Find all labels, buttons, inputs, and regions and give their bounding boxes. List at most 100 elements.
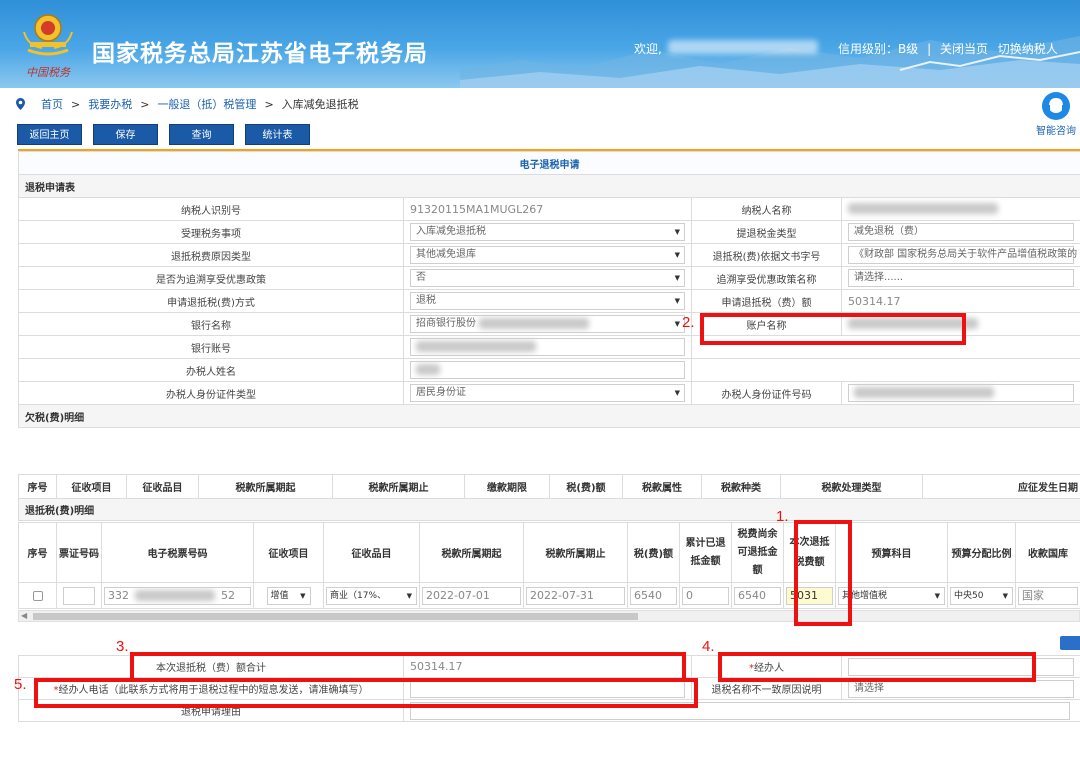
breadcrumb-sep: > xyxy=(264,97,274,111)
retro-policy-label: 追溯享受优惠政策名称 xyxy=(691,266,842,290)
stats-button[interactable]: 统计表 xyxy=(245,124,310,145)
treasury-field[interactable]: 国家 xyxy=(1018,586,1078,605)
taxpayer-id-value: 91320115MA1MUGL267 xyxy=(403,197,692,221)
id-type-select[interactable]: 居民身份证 xyxy=(410,384,685,402)
column-header: 缴款期限 xyxy=(464,474,550,499)
remaining-field[interactable]: 6540 xyxy=(734,586,781,605)
column-header: 税款处理类型 xyxy=(780,474,923,499)
back-home-button[interactable]: 返回主页 xyxy=(17,124,82,145)
header-links: 信用级别：B级 | 关闭当页 切换纳税人 xyxy=(838,40,1058,57)
save-button[interactable]: 保存 xyxy=(93,124,158,145)
budget-select[interactable]: 其他增值税 xyxy=(838,586,945,605)
column-header: 税款所属期起 xyxy=(198,474,333,499)
id-no-label: 办税人身份证件号码 xyxy=(691,381,842,405)
form-title: 电子退税申请 xyxy=(18,151,1080,175)
add-row-button[interactable] xyxy=(1060,636,1080,650)
reason-type-select[interactable]: 其他减免退库 xyxy=(410,246,685,264)
column-header: 征收项目 xyxy=(253,522,324,583)
scroll-left-icon[interactable]: ◀ xyxy=(21,611,27,620)
column-header: 税(费)额 xyxy=(627,522,680,583)
breadcrumb-current: 入库减免退抵税 xyxy=(281,98,359,111)
annotation-number-5: 5. xyxy=(14,676,27,693)
account-no-label: 银行账号 xyxy=(18,335,404,359)
retro-policy-select[interactable]: 请选择...... xyxy=(848,269,1074,287)
query-button[interactable]: 查询 xyxy=(169,124,234,145)
breadcrumb-sep: > xyxy=(140,97,150,111)
retro-select[interactable]: 否 xyxy=(410,269,685,287)
header-separator: | xyxy=(927,42,932,56)
column-header: 序号 xyxy=(18,522,57,583)
arrears-table: 序号 征收项目 征收品目 税款所属期起 税款所属期止 缴款期限 税(费)额 税款… xyxy=(18,474,1080,521)
e-ticket-field[interactable]: 332 52 xyxy=(104,586,251,605)
refund-detail-section-title: 退抵税(费)明细 xyxy=(18,498,1080,521)
arrears-section-title: 欠税(费)明细 xyxy=(18,404,1080,428)
method-select[interactable]: 退税 xyxy=(410,292,685,310)
column-header: 应征发生日期 xyxy=(922,474,1080,499)
ratio-select[interactable]: 中央50 xyxy=(950,586,1013,605)
column-header: 电子税票号码 xyxy=(101,522,254,583)
column-header: 收款国库 xyxy=(1015,522,1080,583)
handler-name-field[interactable] xyxy=(410,361,685,379)
annotation-box-1 xyxy=(794,520,852,626)
breadcrumb-home[interactable]: 首页 xyxy=(41,96,63,112)
account-no-field[interactable] xyxy=(410,338,685,356)
period-start-field[interactable]: 2022-07-01 xyxy=(422,586,521,605)
column-header: 征收项目 xyxy=(56,474,127,499)
column-header: 征收品目 xyxy=(126,474,199,499)
scrollbar-thumb[interactable] xyxy=(33,613,638,620)
tax-emblem-icon xyxy=(23,14,73,56)
id-no-field[interactable] xyxy=(848,384,1074,402)
toolbar: 返回主页 保存 查询 统计表 xyxy=(17,124,310,145)
id-type-label: 办税人身份证件类型 xyxy=(18,381,404,405)
e-ticket-end: 52 xyxy=(221,588,235,602)
breadcrumb-sep: > xyxy=(71,97,81,111)
arrears-header-row: 序号 征收项目 征收品目 税款所属期起 税款所属期止 缴款期限 税(费)额 税款… xyxy=(18,474,1080,499)
close-page-link[interactable]: 关闭当页 xyxy=(940,42,988,56)
reason-type-label: 退抵税费原因类型 xyxy=(18,243,404,267)
breadcrumb-refund-mgmt[interactable]: 一般退（抵）税管理 xyxy=(157,96,256,112)
category-select[interactable]: 商业（17%、 xyxy=(326,586,417,605)
column-header: 预算科目 xyxy=(835,522,948,583)
user-name-redacted xyxy=(668,40,818,54)
period-end-field[interactable]: 2022-07-31 xyxy=(526,586,625,605)
refund-detail-table: 序号 票证号码 电子税票号码 征收项目 征收品目 税款所属期起 税款所属期止 税… xyxy=(18,522,1080,609)
mismatch-select[interactable]: 请选择 xyxy=(848,679,1074,698)
doc-no-label: 退抵税(费)依据文书字号 xyxy=(691,243,842,267)
breadcrumb-tax[interactable]: 我要办税 xyxy=(88,96,132,112)
annotation-number-2: 2. xyxy=(682,314,695,331)
bank-label: 银行名称 xyxy=(18,312,404,336)
amount-value: 50314.17 xyxy=(841,289,1080,313)
annotation-number-4: 4. xyxy=(702,638,715,655)
refunded-field[interactable]: 0 xyxy=(682,586,729,605)
tax-amount-field[interactable]: 6540 xyxy=(630,586,677,605)
refund-type-label: 提退税金类型 xyxy=(691,220,842,244)
breadcrumb: 首页 > 我要办税 > 一般退（抵）税管理 > 入库减免退抵税 xyxy=(16,96,359,112)
table-row: 332 52 增值 商业（17%、 2022-07-01 2022-07-31 6… xyxy=(18,582,1080,609)
switch-taxpayer-link[interactable]: 切换纳税人 xyxy=(998,42,1058,56)
e-ticket-start: 332 xyxy=(108,588,129,602)
column-header: 征收品目 xyxy=(323,522,420,583)
annotation-number-1: 1. xyxy=(776,508,789,525)
column-header: 序号 xyxy=(18,474,57,499)
doc-no-field[interactable]: 《财政部 国家税务总局关于软件产品增值税政策的 xyxy=(848,246,1077,264)
taxpayer-name-label: 纳税人名称 xyxy=(691,197,842,221)
headset-icon xyxy=(1042,92,1070,120)
emblem-caption: 中国税务 xyxy=(26,66,70,79)
column-header: 票证号码 xyxy=(56,522,102,583)
column-header: 税款属性 xyxy=(622,474,702,499)
ticket-no-field[interactable] xyxy=(63,586,95,605)
row-checkbox[interactable] xyxy=(32,590,43,601)
smart-consult-button[interactable]: 智能咨询 xyxy=(1032,92,1080,137)
column-header: 税款所属期止 xyxy=(332,474,465,499)
refund-header-row: 序号 票证号码 电子税票号码 征收项目 征收品目 税款所属期起 税款所属期止 税… xyxy=(18,522,1080,583)
annotation-box-4 xyxy=(718,652,1036,682)
bank-select[interactable]: 招商银行股份 xyxy=(410,315,685,333)
section-title: 退税申请表 xyxy=(18,174,1080,198)
amount-label: 申请退抵税（费）额 xyxy=(691,289,842,313)
matter-select[interactable]: 入库减免退抵税 xyxy=(410,223,685,241)
horizontal-scrollbar[interactable]: ◀ xyxy=(18,610,1080,622)
column-header: 预算分配比例 xyxy=(947,522,1016,583)
refund-type-field[interactable]: 减免退税（费） xyxy=(848,223,1074,241)
bank-value: 招商银行股份 xyxy=(416,318,476,329)
item-select[interactable]: 增值 xyxy=(266,586,311,605)
